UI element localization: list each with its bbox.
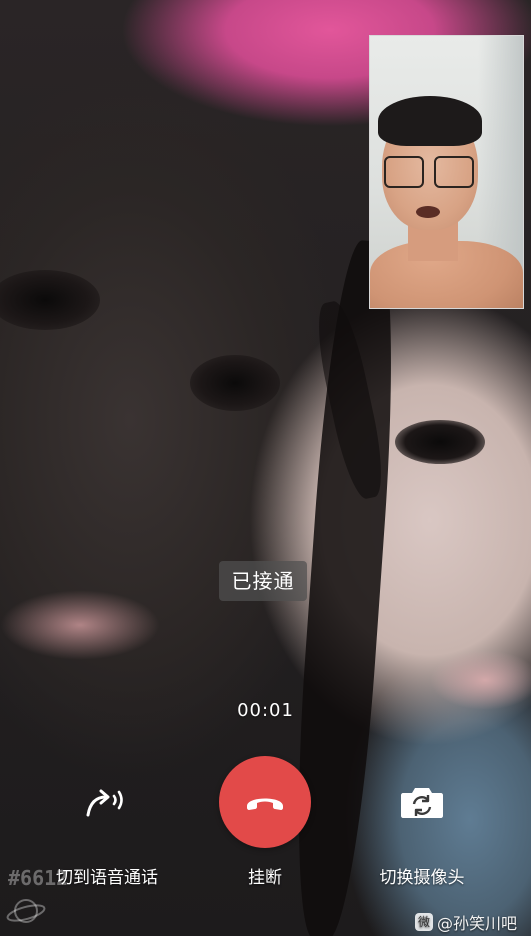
weibo-watermark-text: @孙笑川吧: [436, 914, 517, 933]
call-status-badge: 已接通: [219, 561, 307, 601]
phone-hangup-icon: [247, 798, 283, 810]
weibo-logo-icon: 微: [414, 913, 433, 931]
hangup-circle[interactable]: [219, 756, 311, 848]
hangup-label: 挂断: [248, 868, 282, 888]
switch-camera-button[interactable]: 切换摄像头: [342, 755, 502, 888]
watermark-tag: #6612: [8, 866, 69, 890]
weibo-watermark: 微 @孙笑川吧: [414, 910, 517, 934]
switch-to-voice-icon: [86, 789, 123, 817]
planet-watermark-icon: [6, 899, 46, 923]
local-camera-preview[interactable]: [369, 35, 524, 309]
switch-camera-label: 切换摄像头: [379, 868, 465, 888]
camera-switch-icon: [401, 788, 443, 818]
call-duration: 00:01: [237, 700, 294, 721]
video-call-screen: 已接通 00:01 切到语音通话 挂断 切换摄像头 #6612 微 @孙笑川吧: [0, 0, 531, 936]
hangup-button[interactable]: 挂断: [185, 755, 345, 888]
